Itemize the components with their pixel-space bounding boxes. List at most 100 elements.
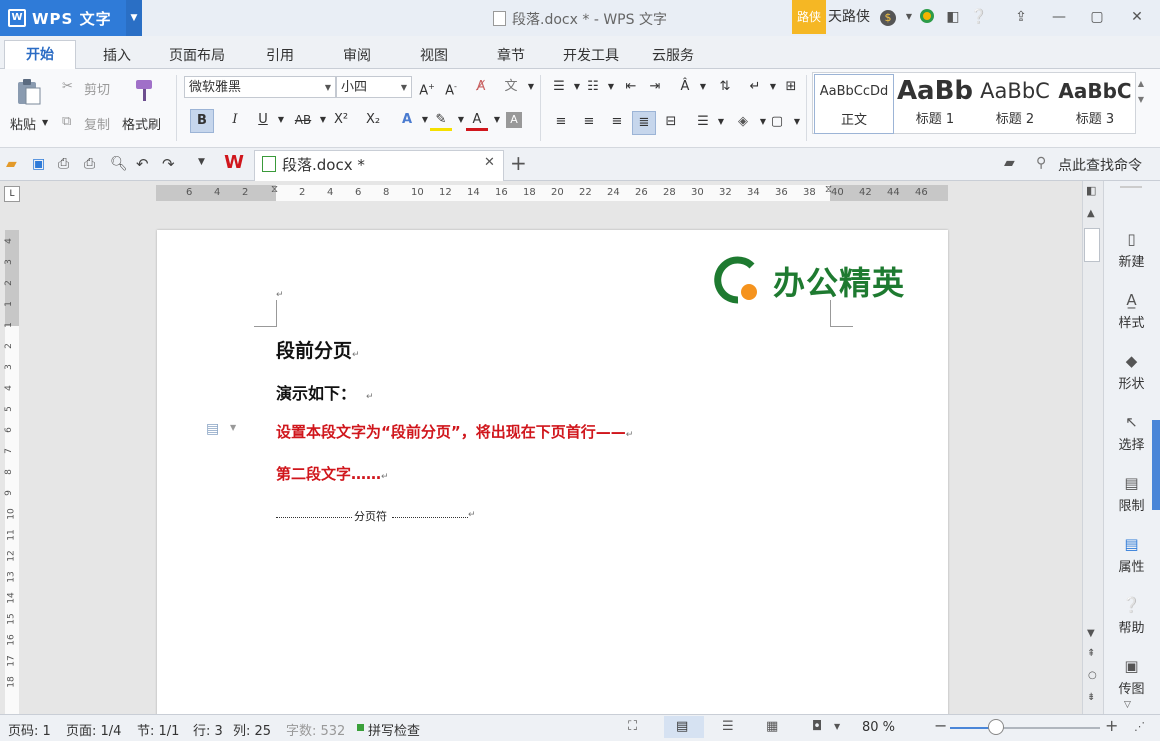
- style-heading-1[interactable]: AaBb 标题 1: [896, 74, 974, 132]
- status-pages[interactable]: 页面: 1/4: [66, 720, 121, 739]
- subscript-button[interactable]: X₂: [360, 109, 386, 131]
- doc-tab-close-icon[interactable]: ✕: [484, 155, 495, 170]
- bold-button[interactable]: B: [190, 109, 214, 133]
- panel-help[interactable]: ❔ 帮助: [1103, 596, 1160, 636]
- phonetic-dropdown-icon[interactable]: ▼: [520, 76, 542, 98]
- style-normal[interactable]: AaBbCcDd 正文: [814, 74, 894, 134]
- next-page-icon[interactable]: ⇟: [1087, 692, 1095, 703]
- paste-icon[interactable]: [16, 78, 42, 108]
- panel-new[interactable]: ▯ 新建: [1103, 230, 1160, 270]
- font-size-select[interactable]: 小四 ▼: [336, 76, 412, 98]
- user-name[interactable]: 天路侠: [828, 0, 870, 34]
- paragraph-handle-icon[interactable]: ▤: [206, 421, 219, 437]
- user-badge[interactable]: 路侠: [792, 0, 826, 34]
- style-gallery-scroll[interactable]: ▲ ▼: [1136, 76, 1146, 128]
- close-icon[interactable]: ✕: [1128, 8, 1146, 26]
- decrease-indent-icon[interactable]: ⇤: [620, 76, 642, 98]
- doc-red-paragraph-2[interactable]: 第二段文字……↵: [276, 463, 389, 484]
- shrink-font-icon[interactable]: A-: [440, 76, 462, 98]
- style-heading-3[interactable]: AaBbC 标题 3: [1056, 74, 1134, 132]
- previous-page-icon[interactable]: ⇞: [1087, 648, 1095, 659]
- underline-dropdown-icon[interactable]: ▼: [270, 109, 292, 131]
- search-icon[interactable]: ⚲: [1036, 155, 1046, 171]
- quick-access-dropdown-icon[interactable]: ▼: [198, 157, 205, 167]
- zoom-in-icon[interactable]: +: [1105, 716, 1118, 735]
- status-column[interactable]: 列: 25: [233, 720, 271, 739]
- tab-view[interactable]: 视图: [420, 45, 448, 65]
- ribbon-collapse-icon[interactable]: ⇪: [1012, 8, 1030, 26]
- browse-object-icon[interactable]: ○: [1088, 670, 1097, 681]
- highlight-icon[interactable]: ✎: [430, 109, 452, 131]
- grow-font-icon[interactable]: A+: [416, 76, 438, 98]
- maximize-icon[interactable]: ▢: [1088, 8, 1106, 26]
- justify-icon[interactable]: ≣: [632, 111, 656, 135]
- font-color-dropdown-icon[interactable]: ▼: [486, 109, 508, 131]
- clear-format-icon[interactable]: A̸: [470, 76, 492, 98]
- border-icon[interactable]: ▢: [766, 111, 788, 133]
- superscript-button[interactable]: X²: [328, 109, 354, 131]
- style-heading-2[interactable]: AaBbC 标题 2: [976, 74, 1054, 132]
- sort-icon[interactable]: ⇅: [714, 76, 736, 98]
- font-name-select[interactable]: 微软雅黑 ▼: [184, 76, 336, 98]
- split-view-icon[interactable]: ◧: [1086, 184, 1096, 197]
- search-command-input[interactable]: 点此查找命令: [1058, 155, 1142, 175]
- document-tools-icon[interactable]: ◧: [944, 8, 962, 26]
- tab-insert[interactable]: 插入: [103, 45, 131, 65]
- align-left-icon[interactable]: ≡: [550, 111, 572, 133]
- paste-button[interactable]: 粘贴: [10, 114, 36, 133]
- cut-button[interactable]: 剪切: [84, 79, 110, 98]
- align-right-icon[interactable]: ≡: [606, 111, 628, 133]
- increase-indent-icon[interactable]: ⇥: [644, 76, 666, 98]
- panel-styles[interactable]: A̲ 样式: [1103, 291, 1160, 331]
- new-tab-icon[interactable]: +: [510, 151, 527, 175]
- copy-button[interactable]: 复制: [84, 114, 110, 133]
- doc-heading[interactable]: 段前分页↵: [276, 336, 360, 363]
- tab-cloud[interactable]: 云服务: [652, 45, 694, 65]
- save-icon[interactable]: ▣: [32, 156, 45, 172]
- doc-demo-line[interactable]: 演示如下： ↵: [276, 380, 374, 404]
- italic-button[interactable]: I: [224, 109, 246, 131]
- user-dropdown-icon[interactable]: ▼: [900, 8, 918, 26]
- open-folder-icon[interactable]: ▰: [6, 156, 17, 172]
- distribute-icon[interactable]: ⊟: [660, 111, 682, 133]
- skin-icon[interactable]: [918, 8, 936, 26]
- char-shading-icon[interactable]: A: [506, 112, 522, 128]
- copy-icon[interactable]: ⧉: [62, 114, 71, 129]
- zoom-level[interactable]: 80 %: [862, 720, 895, 735]
- resize-grip-icon[interactable]: ⋰: [1134, 720, 1145, 733]
- full-screen-icon[interactable]: ⛶: [628, 719, 637, 734]
- left-indent-marker[interactable]: ⧖: [271, 184, 278, 195]
- minimize-icon[interactable]: —: [1050, 8, 1068, 26]
- format-painter-icon[interactable]: [132, 78, 156, 104]
- undo-icon[interactable]: ↶: [136, 155, 149, 173]
- font-color-icon[interactable]: A: [466, 109, 488, 131]
- tab-references[interactable]: 引用: [266, 45, 294, 65]
- tab-chapter[interactable]: 章节: [497, 45, 525, 65]
- align-center-icon[interactable]: ≡: [578, 111, 600, 133]
- panel-shapes[interactable]: ◆ 形状: [1103, 352, 1160, 392]
- comment-icon[interactable]: ▰: [1004, 155, 1015, 171]
- phonetic-guide-icon[interactable]: 文: [500, 76, 522, 98]
- panel-expand-icon[interactable]: ▽: [1124, 700, 1131, 710]
- panel-properties[interactable]: ▤ 属性: [1103, 535, 1160, 575]
- app-menu-dropdown[interactable]: ▼: [126, 0, 142, 36]
- status-page-number[interactable]: 页码: 1: [8, 720, 51, 739]
- wps-app-button[interactable]: W WPS 文字: [0, 0, 126, 36]
- tab-page-layout[interactable]: 页面布局: [169, 45, 225, 65]
- cut-icon[interactable]: ✂: [62, 79, 73, 94]
- table-border-icon[interactable]: ⊞: [780, 76, 802, 98]
- zoom-slider-thumb[interactable]: [988, 719, 1004, 735]
- coin-icon[interactable]: $: [880, 10, 896, 26]
- status-line[interactable]: 行: 3: [193, 720, 223, 739]
- chinese-layout-dropdown-icon[interactable]: ▼: [692, 76, 714, 98]
- redo-icon[interactable]: ↷: [162, 155, 175, 173]
- scroll-up-icon[interactable]: ▲: [1087, 208, 1095, 219]
- paragraph-handle-dropdown-icon[interactable]: ▼: [230, 423, 236, 432]
- scroll-thumb[interactable]: [1084, 228, 1100, 262]
- zoom-out-icon[interactable]: −: [934, 716, 947, 735]
- right-indent-marker[interactable]: ⧖: [825, 184, 832, 195]
- help-icon[interactable]: ❔: [970, 8, 988, 26]
- status-spell-check[interactable]: 拼写检查: [368, 720, 420, 739]
- tab-review[interactable]: 审阅: [343, 45, 371, 65]
- eye-protect-dropdown-icon[interactable]: ▼: [834, 722, 840, 731]
